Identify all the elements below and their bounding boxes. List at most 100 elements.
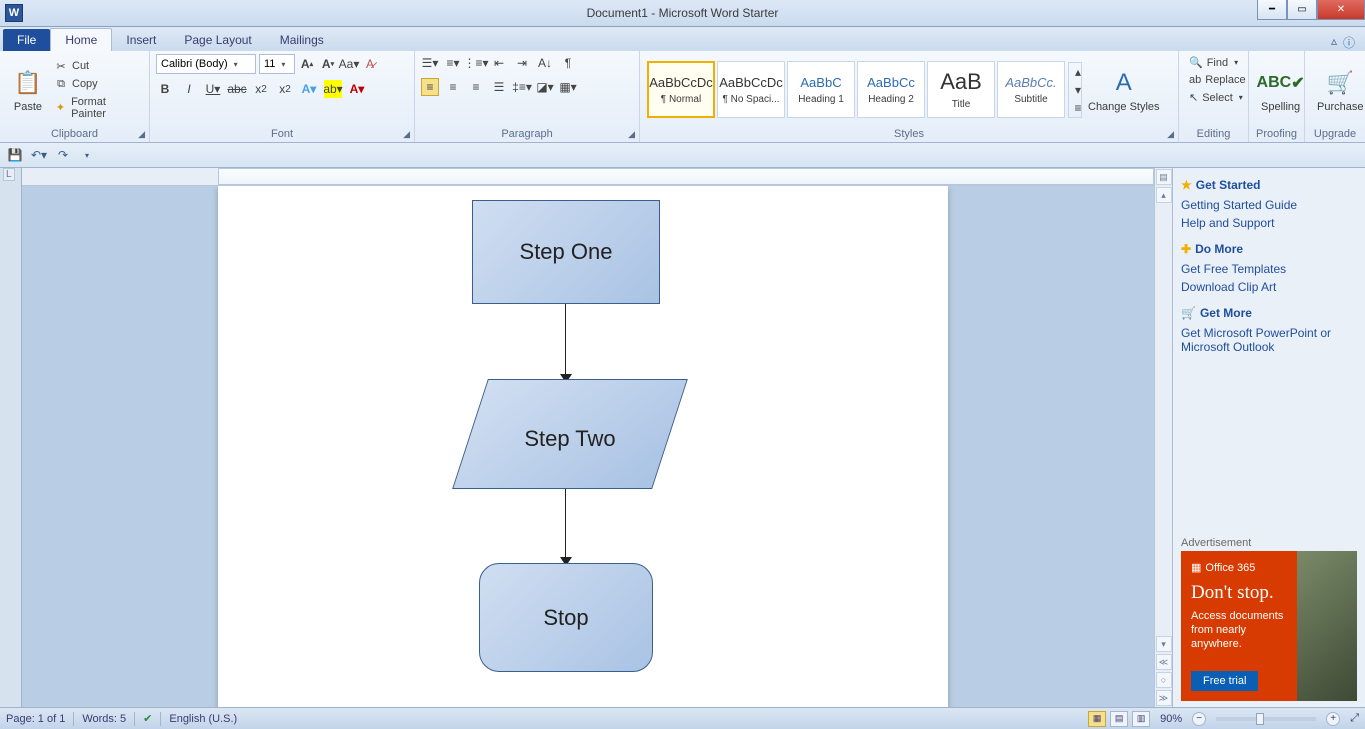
- italic-button[interactable]: I: [180, 80, 198, 98]
- maximize-button[interactable]: ▭: [1287, 0, 1317, 20]
- ad-banner[interactable]: ▦ Office 365 Don't stop. Access document…: [1181, 551, 1357, 701]
- zoom-out-button[interactable]: −: [1192, 712, 1206, 726]
- bullets-button[interactable]: ☰▾: [421, 54, 439, 72]
- subscript-button[interactable]: x2: [252, 80, 270, 98]
- zoom-level[interactable]: 90%: [1160, 713, 1182, 725]
- justify-button[interactable]: ☰: [490, 78, 508, 96]
- clipboard-group-label: Clipboard◢: [0, 128, 149, 142]
- paste-button[interactable]: 📋 Paste: [6, 65, 50, 115]
- proofing-status-icon[interactable]: ✔: [143, 712, 152, 725]
- change-case-button[interactable]: Aa▾: [340, 55, 358, 73]
- align-right-button[interactable]: ≡: [467, 78, 485, 96]
- tab-mailings[interactable]: Mailings: [266, 29, 338, 51]
- style-item-2[interactable]: AaBbCHeading 1: [787, 61, 855, 118]
- tab-home[interactable]: Home: [50, 28, 112, 51]
- underline-button[interactable]: U▾: [204, 80, 222, 98]
- font-color-button[interactable]: A▾: [348, 80, 366, 98]
- style-item-3[interactable]: AaBbCcHeading 2: [857, 61, 925, 118]
- prev-page[interactable]: ≪: [1156, 654, 1172, 670]
- undo-button[interactable]: ↶▾: [30, 146, 48, 164]
- minimize-button[interactable]: ━: [1257, 0, 1287, 20]
- style-item-4[interactable]: AaBTitle: [927, 61, 995, 118]
- styles-launcher[interactable]: ◢: [1167, 129, 1174, 140]
- show-marks-button[interactable]: ¶: [559, 54, 577, 72]
- multilevel-list-button[interactable]: ⋮≡▾: [467, 54, 485, 72]
- next-page[interactable]: ≫: [1156, 690, 1172, 706]
- superscript-button[interactable]: x2: [276, 80, 294, 98]
- select-button[interactable]: ↖Select▾: [1185, 89, 1242, 106]
- web-layout-view[interactable]: ▥: [1132, 711, 1150, 727]
- redo-button[interactable]: ↷: [54, 146, 72, 164]
- spelling-button[interactable]: ABC✔Spelling: [1255, 65, 1306, 115]
- ruler-toggle[interactable]: ▤: [1156, 169, 1172, 185]
- scroll-up[interactable]: ▴: [1156, 187, 1172, 203]
- tab-file[interactable]: File: [3, 29, 50, 51]
- help-icon[interactable]: ⓘ: [1343, 34, 1355, 51]
- zoom-fit-icon[interactable]: ⤢: [1350, 712, 1359, 725]
- document-page[interactable]: Step One Step Two Stop: [218, 186, 948, 707]
- increase-indent-button[interactable]: ⇥: [513, 54, 531, 72]
- decrease-indent-button[interactable]: ⇤: [490, 54, 508, 72]
- get-free-templates-link[interactable]: Get Free Templates: [1181, 260, 1357, 278]
- numbering-button[interactable]: ≡▾: [444, 54, 462, 72]
- format-painter-button[interactable]: ✦Format Painter: [50, 94, 143, 122]
- shading-button[interactable]: ◪▾: [536, 78, 554, 96]
- replace-button[interactable]: abReplace: [1185, 72, 1242, 88]
- borders-button[interactable]: ▦▾: [559, 78, 577, 96]
- font-size-combo[interactable]: 11▾: [259, 54, 295, 74]
- getting-started-guide-link[interactable]: Getting Started Guide: [1181, 196, 1357, 214]
- qat-customize[interactable]: ▾: [78, 146, 96, 164]
- change-styles-button[interactable]: A Change Styles: [1082, 65, 1166, 115]
- scroll-down[interactable]: ▾: [1156, 636, 1172, 652]
- arrow-2[interactable]: [565, 489, 566, 559]
- flowchart-process-shape[interactable]: Step One: [472, 200, 660, 304]
- print-layout-view[interactable]: ▦: [1088, 711, 1106, 727]
- clear-formatting-button[interactable]: A̷: [361, 55, 379, 73]
- style-item-1[interactable]: AaBbCcDc¶ No Spaci...: [717, 61, 785, 118]
- horizontal-ruler[interactable]: [22, 168, 1154, 186]
- clipboard-launcher[interactable]: ◢: [138, 129, 145, 140]
- cut-button[interactable]: ✂Cut: [50, 58, 143, 75]
- page-indicator[interactable]: Page: 1 of 1: [6, 713, 65, 725]
- shrink-font-button[interactable]: A▾: [319, 55, 337, 73]
- strikethrough-button[interactable]: abc: [228, 80, 246, 98]
- bold-button[interactable]: B: [156, 80, 174, 98]
- styles-gallery[interactable]: AaBbCcDc¶ NormalAaBbCcDc¶ No Spaci...AaB…: [646, 61, 1066, 118]
- full-screen-view[interactable]: ▤: [1110, 711, 1128, 727]
- flowchart-terminator-shape[interactable]: Stop: [479, 563, 653, 672]
- font-name-value: Calibri (Body): [161, 58, 228, 70]
- flowchart-data-shape[interactable]: Step Two: [460, 379, 680, 499]
- line-spacing-button[interactable]: ‡≡▾: [513, 78, 531, 96]
- close-button[interactable]: ✕: [1317, 0, 1365, 20]
- minimize-ribbon-icon[interactable]: ▵: [1331, 34, 1337, 51]
- tab-page-layout[interactable]: Page Layout: [170, 29, 265, 51]
- align-center-button[interactable]: ≡: [444, 78, 462, 96]
- ad-label: Advertisement: [1181, 537, 1357, 549]
- sort-button[interactable]: A↓: [536, 54, 554, 72]
- download-clip-art-link[interactable]: Download Clip Art: [1181, 278, 1357, 296]
- highlight-button[interactable]: ab▾: [324, 80, 342, 98]
- font-launcher[interactable]: ◢: [403, 129, 410, 140]
- arrow-1[interactable]: [565, 304, 566, 376]
- find-button[interactable]: 🔍Find▾: [1185, 54, 1242, 71]
- help-and-support-link[interactable]: Help and Support: [1181, 214, 1357, 232]
- word-count[interactable]: Words: 5: [82, 713, 126, 725]
- copy-button[interactable]: ⧉Copy: [50, 76, 143, 93]
- purchase-button[interactable]: 🛒Purchase: [1311, 65, 1365, 115]
- browse-object[interactable]: ○: [1156, 672, 1172, 688]
- font-name-combo[interactable]: Calibri (Body)▾: [156, 54, 256, 74]
- zoom-slider[interactable]: [1216, 717, 1316, 721]
- paragraph-launcher[interactable]: ◢: [628, 129, 635, 140]
- vertical-scrollbar[interactable]: ▤ ▴ ▾ ≪ ○ ≫: [1154, 168, 1172, 707]
- ad-cta-button[interactable]: Free trial: [1191, 671, 1258, 691]
- style-item-5[interactable]: AaBbCc.Subtitle: [997, 61, 1065, 118]
- zoom-in-button[interactable]: +: [1326, 712, 1340, 726]
- language-indicator[interactable]: English (U.S.): [169, 713, 237, 725]
- tab-insert[interactable]: Insert: [112, 29, 170, 51]
- text-effects-button[interactable]: A▾: [300, 80, 318, 98]
- save-button[interactable]: 💾: [6, 146, 24, 164]
- align-left-button[interactable]: ≡: [421, 78, 439, 96]
- get-microsoft-link[interactable]: Get Microsoft PowerPoint or Microsoft Ou…: [1181, 324, 1357, 356]
- grow-font-button[interactable]: A▴: [298, 55, 316, 73]
- style-item-0[interactable]: AaBbCcDc¶ Normal: [647, 61, 715, 118]
